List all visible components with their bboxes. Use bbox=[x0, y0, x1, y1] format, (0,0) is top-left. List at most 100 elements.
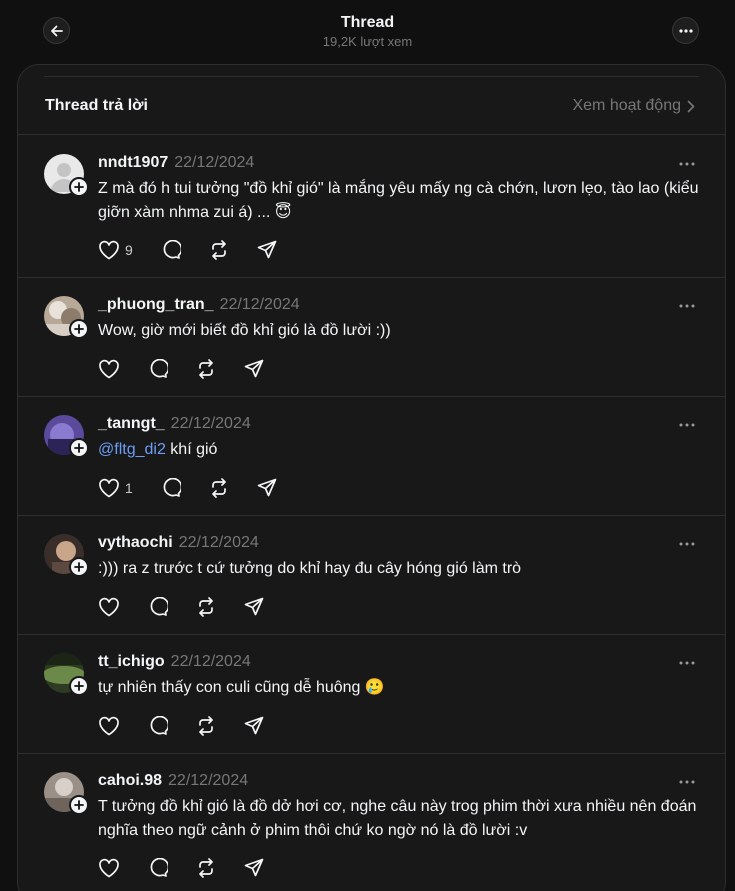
plus-icon bbox=[74, 562, 84, 572]
more-horizontal-icon bbox=[679, 423, 695, 427]
post-actions bbox=[98, 596, 292, 618]
username[interactable]: tt_ichigo 22/12/2024 bbox=[98, 652, 251, 672]
post-date: 22/12/2024 bbox=[170, 415, 251, 432]
share-button[interactable] bbox=[244, 358, 264, 380]
post-date: 22/12/2024 bbox=[170, 653, 251, 670]
repost-icon bbox=[211, 478, 226, 498]
repost-icon bbox=[199, 716, 213, 736]
post-more-button[interactable] bbox=[679, 153, 695, 171]
comment-button[interactable] bbox=[148, 358, 168, 380]
post-actions bbox=[98, 358, 292, 380]
share-icon bbox=[244, 858, 264, 877]
plus-icon bbox=[74, 681, 84, 691]
thread-more-button[interactable] bbox=[672, 17, 699, 44]
follow-button[interactable] bbox=[69, 438, 89, 458]
comment-icon bbox=[150, 597, 168, 616]
repost-button[interactable] bbox=[196, 857, 216, 879]
more-horizontal-icon bbox=[679, 304, 695, 308]
share-icon bbox=[244, 359, 264, 378]
top-bar: Thread 19,2K lượt xem bbox=[0, 0, 735, 62]
follow-button[interactable] bbox=[69, 795, 89, 815]
heart-icon bbox=[99, 478, 119, 498]
post-more-button[interactable] bbox=[679, 533, 695, 551]
page-title: Thread bbox=[340, 14, 395, 31]
more-horizontal-icon bbox=[679, 661, 695, 665]
username-text[interactable]: vythaochi bbox=[98, 534, 173, 551]
repost-button[interactable] bbox=[209, 477, 229, 499]
repost-icon bbox=[199, 858, 213, 878]
follow-button[interactable] bbox=[69, 557, 89, 577]
repost-button[interactable] bbox=[196, 596, 216, 618]
thread-panel: Thread trả lời Xem hoạt động nndt1907 22/… bbox=[17, 64, 726, 891]
comment-icon bbox=[150, 359, 168, 378]
comment-button[interactable] bbox=[161, 239, 181, 261]
reply-post: nndt1907 22/12/2024 Z mà đó h tui tưởng "… bbox=[18, 136, 725, 278]
view-activity-label: Xem hoạt động bbox=[572, 97, 681, 114]
chevron-right-icon bbox=[687, 100, 695, 112]
post-text: tự nhiên thấy con culi cũng dễ huông 🥲 bbox=[98, 679, 385, 696]
post-text-body: khí gió bbox=[165, 441, 218, 458]
post-date: 22/12/2024 bbox=[178, 534, 259, 551]
share-button[interactable] bbox=[257, 477, 277, 499]
repost-button[interactable] bbox=[196, 358, 216, 380]
like-button[interactable] bbox=[98, 857, 120, 879]
share-button[interactable] bbox=[244, 596, 264, 618]
post-more-button[interactable] bbox=[679, 771, 695, 789]
mention-link[interactable]: @fltg_di2 bbox=[98, 441, 166, 458]
follow-button[interactable] bbox=[69, 319, 89, 339]
share-button[interactable] bbox=[244, 715, 264, 737]
post-actions: 1 bbox=[98, 477, 305, 499]
comment-button[interactable] bbox=[148, 857, 168, 879]
post-more-button[interactable] bbox=[679, 414, 695, 432]
username-text[interactable]: _tanngt_ bbox=[98, 415, 165, 432]
like-button[interactable] bbox=[98, 358, 120, 380]
post-actions: 9 bbox=[98, 239, 305, 261]
username[interactable]: _tanngt_ 22/12/2024 bbox=[98, 414, 251, 434]
comment-button[interactable] bbox=[148, 715, 168, 737]
username[interactable]: vythaochi 22/12/2024 bbox=[98, 533, 259, 553]
heart-icon bbox=[99, 716, 119, 736]
post-date: 22/12/2024 bbox=[174, 154, 255, 171]
username-text[interactable]: _phuong_tran_ bbox=[98, 296, 214, 313]
repost-icon bbox=[199, 359, 213, 379]
repost-button[interactable] bbox=[209, 239, 229, 261]
more-horizontal-icon bbox=[679, 162, 695, 166]
post-actions bbox=[98, 857, 292, 879]
post-more-button[interactable] bbox=[679, 295, 695, 313]
like-button[interactable] bbox=[98, 596, 120, 618]
view-count: 19,2K lượt xem bbox=[322, 34, 413, 49]
comment-icon bbox=[150, 858, 168, 877]
post-actions bbox=[98, 715, 292, 737]
reply-post: cahoi.98 22/12/2024 T tưởng đồ khỉ gió là… bbox=[18, 754, 725, 891]
username-text[interactable]: nndt1907 bbox=[98, 154, 168, 171]
plus-icon bbox=[74, 324, 84, 334]
heart-icon bbox=[99, 858, 119, 878]
plus-icon bbox=[74, 182, 84, 192]
comment-button[interactable] bbox=[161, 477, 181, 499]
follow-button[interactable] bbox=[69, 676, 89, 696]
repost-button[interactable] bbox=[196, 715, 216, 737]
like-count: 9 bbox=[125, 242, 133, 258]
share-button[interactable] bbox=[257, 239, 277, 261]
post-more-button[interactable] bbox=[679, 652, 695, 670]
comment-button[interactable] bbox=[148, 596, 168, 618]
username[interactable]: _phuong_tran_ 22/12/2024 bbox=[98, 295, 300, 315]
username[interactable]: nndt1907 22/12/2024 bbox=[98, 153, 254, 173]
replies-title: Thread trả lời bbox=[45, 97, 148, 114]
view-activity-link[interactable]: Xem hoạt động bbox=[572, 97, 695, 115]
repost-icon bbox=[199, 597, 213, 617]
post-text: :))) ra z trước t cứ tưởng do khỉ hay đu… bbox=[98, 560, 522, 577]
follow-button[interactable] bbox=[69, 177, 89, 197]
username[interactable]: cahoi.98 22/12/2024 bbox=[98, 771, 248, 791]
share-icon bbox=[257, 240, 277, 259]
share-button[interactable] bbox=[244, 857, 264, 879]
username-text[interactable]: cahoi.98 bbox=[98, 772, 162, 789]
like-button[interactable] bbox=[98, 715, 120, 737]
reply-post: _phuong_tran_ 22/12/2024 Wow, giờ mới biế… bbox=[18, 278, 725, 397]
username-text[interactable]: tt_ichigo bbox=[98, 653, 165, 670]
like-button[interactable]: 1 bbox=[98, 477, 133, 499]
share-icon bbox=[257, 478, 277, 497]
like-button[interactable]: 9 bbox=[98, 239, 133, 261]
comment-icon bbox=[163, 478, 181, 497]
like-count: 1 bbox=[125, 480, 133, 496]
